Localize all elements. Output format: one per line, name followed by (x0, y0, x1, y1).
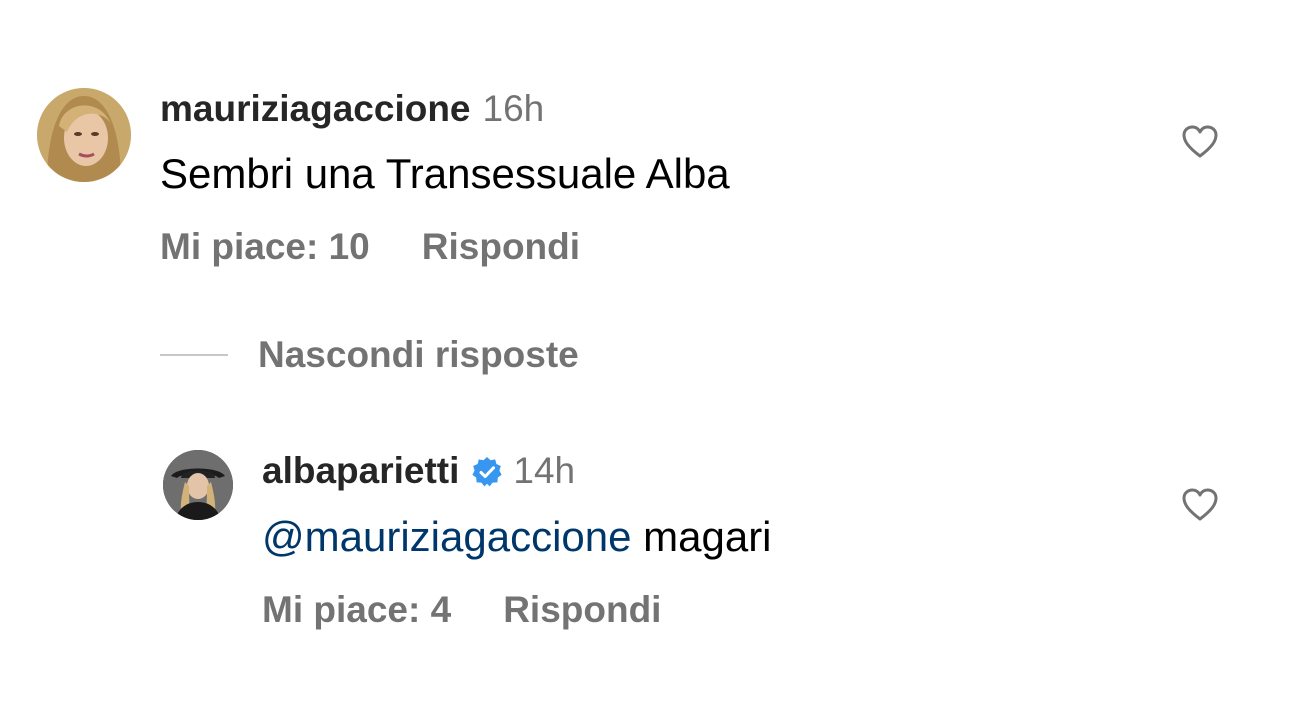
likes-count[interactable]: Mi piace: 10 (160, 226, 370, 268)
avatar[interactable] (37, 88, 131, 182)
username[interactable]: mauriziagaccione (160, 88, 471, 130)
hide-replies-label: Nascondi risposte (258, 334, 579, 375)
timestamp: 14h (513, 450, 576, 491)
comment-actions: Mi piace: 10 Rispondi (160, 226, 580, 268)
user-avatar-icon (37, 88, 131, 182)
heart-outline-icon[interactable] (1182, 125, 1218, 159)
likes-count[interactable]: Mi piace: 4 (262, 589, 451, 631)
heart-outline-icon[interactable] (1182, 488, 1218, 522)
mention-link[interactable]: @mauriziagaccione (262, 513, 631, 560)
reply-button[interactable]: Rispondi (422, 226, 580, 268)
divider-line (160, 354, 228, 356)
hide-replies-toggle[interactable]: Nascondi risposte (160, 334, 579, 376)
reply-text: @mauriziagaccione magari (262, 513, 772, 561)
reply-actions: Mi piace: 4 Rispondi (262, 589, 661, 631)
comment-header: mauriziagaccione 16h (160, 88, 544, 130)
comment-text: Sembri una Transessuale Alba (160, 150, 730, 197)
reply-item: albaparietti 14h @mauriziagaccione magar… (0, 400, 1290, 700)
user-avatar-icon (163, 450, 233, 520)
verified-badge-icon (471, 455, 503, 487)
timestamp: 16h (482, 88, 545, 129)
reply-header: albaparietti 14h (262, 450, 575, 492)
comment-item: mauriziagaccione 16h Sembri una Transess… (0, 0, 1290, 300)
avatar[interactable] (163, 450, 233, 520)
reply-button[interactable]: Rispondi (503, 589, 661, 631)
reply-message: magari (631, 513, 772, 560)
username[interactable]: albaparietti (262, 450, 459, 492)
